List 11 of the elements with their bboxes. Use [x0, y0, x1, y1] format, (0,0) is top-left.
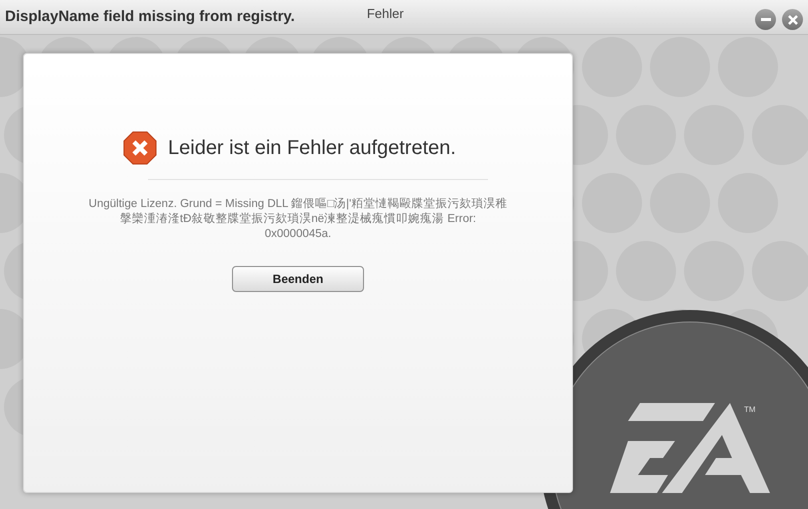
error-heading: Leider ist ein Fehler aufgetreten.	[168, 136, 456, 161]
trademark-label: TM	[744, 404, 756, 416]
error-icon	[123, 131, 157, 165]
close-icon	[788, 14, 798, 24]
close-button[interactable]	[782, 9, 803, 30]
error-message: Ungültige Lizenz. Grund = Missing DLL 鎦偎嘔□汤|'粨堂慩鞨毆牒堂振污欬瑣淏稚搫欒湩湷湰tÐ敍敬整牒堂振污欬瑣淏në湅整湜械瘣慣叩婉瘣湯 Error: 0x0000045a.	[88, 197, 508, 242]
window-subtitle: Fehler	[366, 4, 404, 23]
minimize-icon	[760, 18, 770, 21]
window-title: DisplayName field missing from registry.	[5, 6, 295, 27]
quit-button[interactable]: Beenden	[232, 266, 364, 292]
minimize-button[interactable]	[755, 9, 776, 30]
